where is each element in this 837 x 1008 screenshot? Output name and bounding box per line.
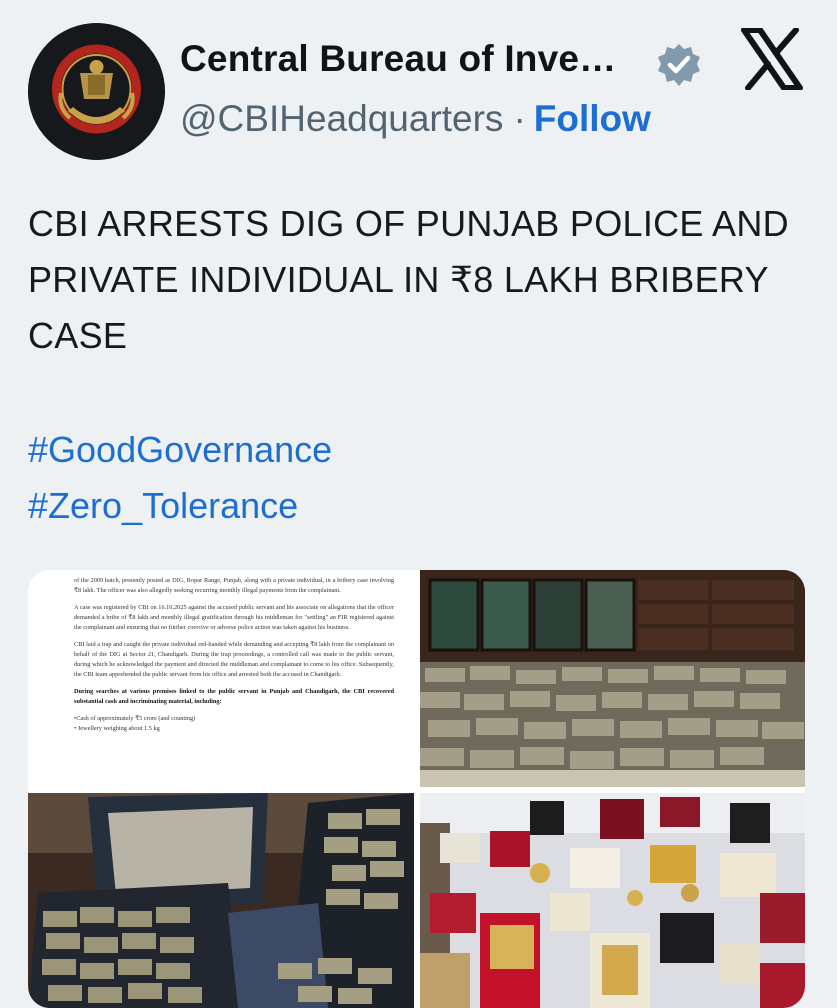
avatar[interactable] [28,23,165,160]
hashtags: #GoodGovernance #Zero_Tolerance [28,422,332,534]
hashtag-link[interactable]: #GoodGovernance [28,422,332,478]
press-release-image[interactable]: of the 2009 batch, presently posted as D… [28,570,414,787]
account-name[interactable]: Central Bureau of Inve… [180,38,616,80]
press-release-text: of the 2009 batch, presently posted as D… [28,570,414,787]
doc-bullet: •Cash of approximately ₹5 crore (and cou… [74,715,196,722]
doc-paragraph: During searches at various premises link… [74,688,394,705]
hashtag-link[interactable]: #Zero_Tolerance [28,478,332,534]
account-handle[interactable]: @CBIHeadquarters [180,98,503,139]
cbi-emblem-icon [28,23,165,160]
media-grid: of the 2009 batch, presently posted as D… [28,570,805,1008]
doc-bullet: • Jewellery weighing about 1.5 kg [74,725,160,732]
jewellery-on-table-photo[interactable] [420,793,805,1008]
verified-badge-icon [656,42,702,88]
cash-bundles-on-floor-photo[interactable] [420,570,805,787]
handle-row: @CBIHeadquarters · Follow [180,98,651,140]
x-logo-icon[interactable] [740,28,804,90]
cash-in-bags-photo[interactable] [28,793,414,1008]
doc-paragraph: A case was registered by CBI on 16.10.20… [74,604,394,631]
separator: · [513,98,526,139]
tweet-text: CBI ARRESTS DIG OF PUNJAB POLICE AND PRI… [28,203,789,356]
doc-paragraph: CBI laid a trap and caught the private i… [74,641,394,678]
follow-button[interactable]: Follow [534,98,651,139]
doc-paragraph: of the 2009 batch, presently posted as D… [74,577,394,594]
